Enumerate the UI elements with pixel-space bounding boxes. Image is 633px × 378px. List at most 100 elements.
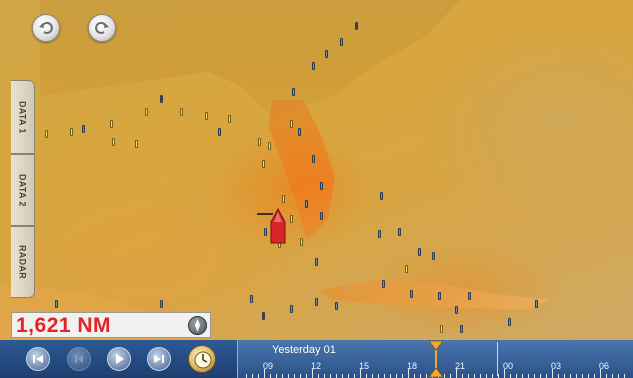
station-marker[interactable] bbox=[405, 265, 408, 273]
station-marker[interactable] bbox=[262, 160, 265, 168]
tab-radar[interactable]: RADAR bbox=[11, 226, 35, 298]
timeline-tick bbox=[462, 374, 463, 378]
timeline-tick bbox=[474, 374, 475, 378]
timeline-tick bbox=[342, 374, 343, 378]
tab-label: DATA 1 bbox=[17, 100, 28, 134]
timeline-tick bbox=[510, 374, 511, 378]
skip-forward-button[interactable] bbox=[147, 347, 171, 371]
timeline-tick bbox=[252, 374, 253, 378]
timeline-tick bbox=[618, 374, 619, 378]
station-marker[interactable] bbox=[290, 120, 293, 128]
timeline-tick bbox=[564, 374, 565, 378]
clock-button[interactable] bbox=[188, 345, 216, 373]
timeline-tick bbox=[576, 374, 577, 378]
station-marker[interactable] bbox=[160, 95, 163, 103]
station-marker[interactable] bbox=[180, 108, 183, 116]
station-marker[interactable] bbox=[340, 38, 343, 46]
station-marker[interactable] bbox=[432, 252, 435, 260]
station-marker[interactable] bbox=[440, 325, 443, 333]
station-marker[interactable] bbox=[418, 248, 421, 256]
timeline-tick bbox=[318, 374, 319, 378]
station-marker[interactable] bbox=[312, 155, 315, 163]
timeline-tick bbox=[294, 374, 295, 378]
redo-button[interactable] bbox=[88, 14, 116, 42]
timeline-tick bbox=[588, 374, 589, 378]
station-marker[interactable] bbox=[110, 120, 113, 128]
redo-icon bbox=[95, 21, 109, 34]
land-island bbox=[320, 280, 550, 310]
station-marker[interactable] bbox=[378, 230, 381, 238]
play-button[interactable] bbox=[107, 347, 131, 371]
timeline-tick bbox=[522, 374, 523, 378]
station-marker[interactable] bbox=[135, 140, 138, 148]
station-marker[interactable] bbox=[325, 50, 328, 58]
station-marker[interactable] bbox=[535, 300, 538, 308]
step-back-button[interactable] bbox=[67, 347, 91, 371]
station-marker[interactable] bbox=[312, 62, 315, 70]
timeline-tick bbox=[516, 374, 517, 378]
timeline-tick-label: 15 bbox=[359, 361, 370, 371]
tab-data-2[interactable]: DATA 2 bbox=[11, 154, 35, 226]
compass-icon[interactable] bbox=[188, 316, 207, 335]
station-marker[interactable] bbox=[410, 290, 413, 298]
station-marker[interactable] bbox=[460, 325, 463, 333]
station-marker[interactable] bbox=[320, 212, 323, 220]
station-marker[interactable] bbox=[70, 128, 73, 136]
tab-data-1[interactable]: DATA 1 bbox=[11, 80, 35, 154]
station-marker[interactable] bbox=[290, 215, 293, 223]
timeline-tick bbox=[324, 374, 325, 378]
station-marker[interactable] bbox=[305, 200, 308, 208]
timeline-tick bbox=[498, 374, 499, 378]
station-marker[interactable] bbox=[335, 302, 338, 310]
timeline-tick bbox=[612, 374, 613, 378]
station-marker[interactable] bbox=[355, 22, 358, 30]
timeline-tick-label: 09 bbox=[263, 361, 274, 371]
timeline-tick bbox=[378, 374, 379, 378]
skip-back-icon bbox=[33, 355, 43, 363]
timeline-tick bbox=[558, 374, 559, 378]
station-marker[interactable] bbox=[398, 228, 401, 236]
station-marker[interactable] bbox=[455, 306, 458, 314]
timeline-tick bbox=[300, 374, 301, 378]
clock-icon bbox=[194, 351, 212, 369]
station-marker[interactable] bbox=[380, 192, 383, 200]
timeline-tick-label: 03 bbox=[551, 361, 562, 371]
station-marker[interactable] bbox=[438, 292, 441, 300]
station-marker[interactable] bbox=[160, 300, 163, 308]
station-marker[interactable] bbox=[264, 228, 267, 236]
station-marker[interactable] bbox=[112, 138, 115, 146]
station-marker[interactable] bbox=[218, 128, 221, 136]
time-cursor-handle[interactable] bbox=[428, 340, 444, 378]
station-marker[interactable] bbox=[228, 115, 231, 123]
timeline-tick bbox=[306, 374, 307, 378]
station-marker[interactable] bbox=[250, 295, 253, 303]
timeline-tick bbox=[582, 374, 583, 378]
station-marker[interactable] bbox=[315, 298, 318, 306]
station-marker[interactable] bbox=[320, 182, 323, 190]
station-marker[interactable] bbox=[258, 138, 261, 146]
station-marker[interactable] bbox=[298, 128, 301, 136]
station-marker[interactable] bbox=[45, 130, 48, 138]
station-marker[interactable] bbox=[82, 125, 85, 133]
station-marker[interactable] bbox=[468, 292, 471, 300]
station-marker[interactable] bbox=[262, 312, 265, 320]
timeline-tick-label: 12 bbox=[311, 361, 322, 371]
timeline-tick bbox=[594, 374, 595, 378]
station-marker[interactable] bbox=[300, 238, 303, 246]
weather-map[interactable] bbox=[0, 0, 633, 340]
undo-button[interactable] bbox=[32, 14, 60, 42]
station-marker[interactable] bbox=[205, 112, 208, 120]
station-marker[interactable] bbox=[145, 108, 148, 116]
station-marker[interactable] bbox=[315, 258, 318, 266]
station-marker[interactable] bbox=[292, 88, 295, 96]
timeline-tick bbox=[606, 374, 607, 378]
skip-back-button[interactable] bbox=[26, 347, 50, 371]
boat-icon[interactable] bbox=[268, 208, 288, 246]
station-marker[interactable] bbox=[55, 300, 58, 308]
station-marker[interactable] bbox=[282, 195, 285, 203]
station-marker[interactable] bbox=[290, 305, 293, 313]
station-marker[interactable] bbox=[382, 280, 385, 288]
station-marker[interactable] bbox=[508, 318, 511, 326]
timeline-tick bbox=[366, 374, 367, 378]
station-marker[interactable] bbox=[268, 142, 271, 150]
